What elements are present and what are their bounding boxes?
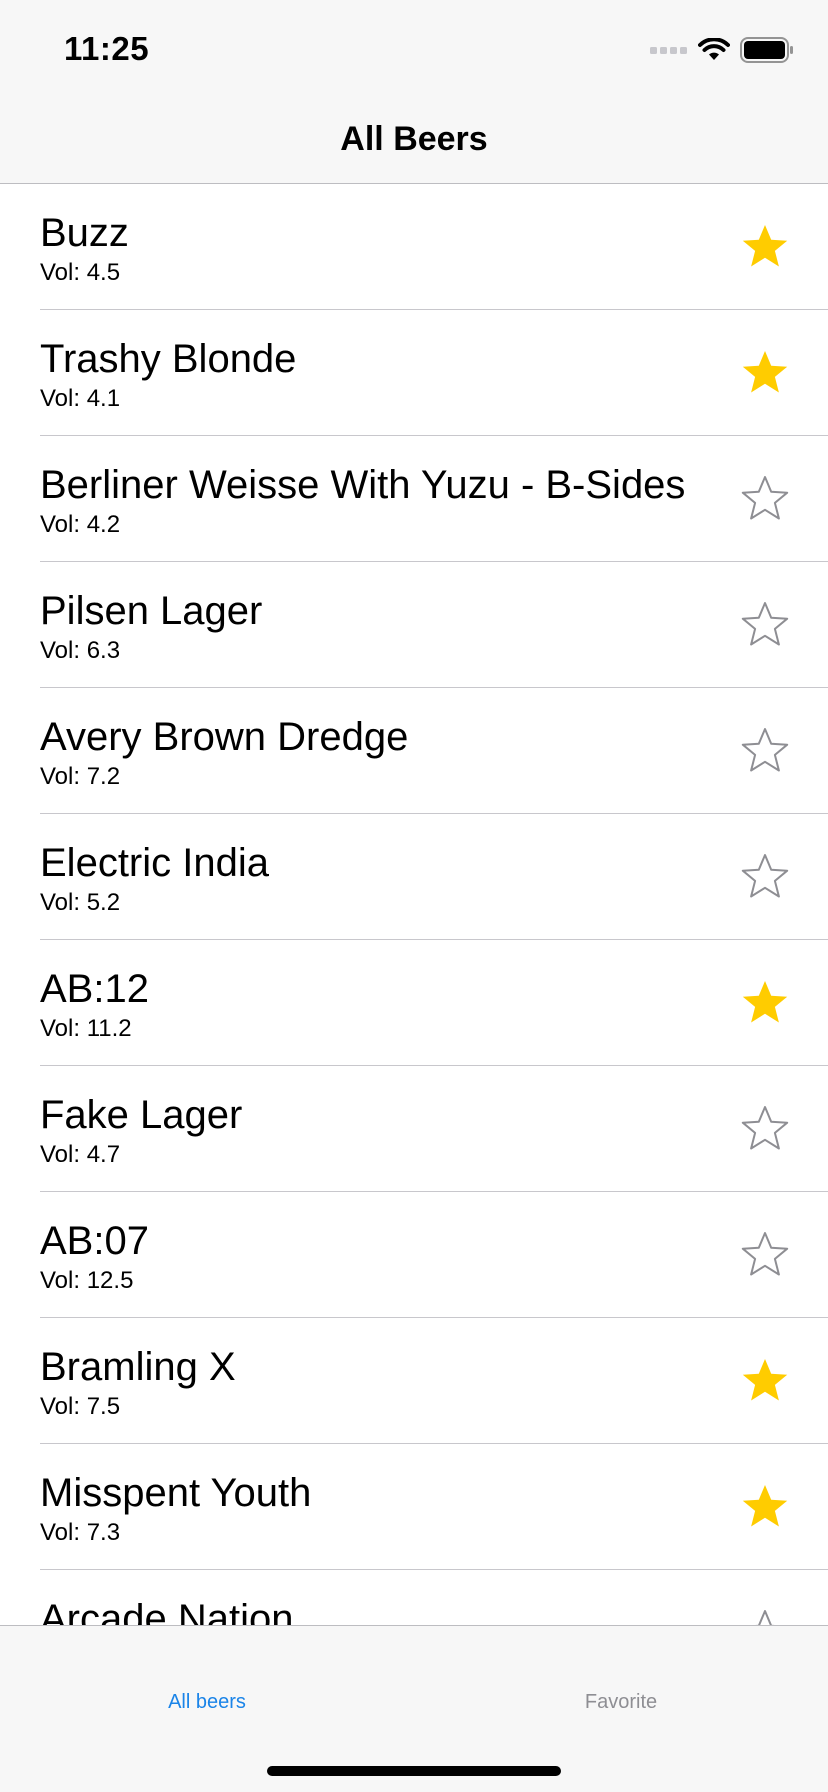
beer-vol: Vol: 4.1 [40, 385, 121, 412]
beer-name: Berliner Weisse With Yuzu - B-Sides [40, 463, 686, 507]
star-outline-icon[interactable] [740, 1230, 790, 1280]
beer-row[interactable]: AB:12 Vol: 11.2 [0, 940, 828, 1066]
cellular-signal-icon [650, 47, 687, 54]
beer-row[interactable]: AB:07 Vol: 12.5 [0, 1192, 828, 1318]
star-outline-icon[interactable] [740, 852, 790, 902]
star-outline-icon[interactable] [740, 1608, 790, 1625]
beer-vol: Vol: 12.5 [40, 1267, 134, 1294]
beer-vol: Vol: 4.5 [40, 259, 121, 286]
star-filled-icon[interactable] [740, 222, 790, 272]
star-filled-icon[interactable] [740, 348, 790, 398]
beer-vol: Vol: 6.3 [40, 637, 121, 664]
beer-name: Buzz [40, 211, 129, 255]
battery-icon [740, 37, 793, 63]
beer-vol: Vol: 4.2 [40, 511, 121, 538]
wifi-icon [698, 38, 730, 60]
beer-row[interactable]: Berliner Weisse With Yuzu - B-Sides Vol: … [0, 436, 828, 562]
beer-vol: Vol: 7.5 [40, 1393, 121, 1420]
beer-row[interactable]: Electric India Vol: 5.2 [0, 814, 828, 940]
beer-name: Fake Lager [40, 1093, 243, 1137]
beer-name: Trashy Blonde [40, 337, 297, 381]
beer-row[interactable]: Arcade Nation [0, 1570, 828, 1625]
beer-name: AB:12 [40, 967, 149, 1011]
status-time: 11:25 [64, 30, 150, 67]
page-title: All Beers [340, 120, 488, 158]
star-outline-icon[interactable] [740, 1104, 790, 1154]
beer-row[interactable]: Buzz Vol: 4.5 [0, 184, 828, 310]
beer-name: Pilsen Lager [40, 589, 263, 633]
star-filled-icon[interactable] [740, 978, 790, 1028]
home-indicator [267, 1766, 561, 1776]
status-icons [650, 36, 794, 64]
beer-vol: Vol: 7.2 [40, 763, 121, 790]
star-filled-icon[interactable] [740, 1356, 790, 1406]
star-outline-icon[interactable] [740, 726, 790, 776]
nav-bar: All Beers [0, 100, 828, 184]
beer-row[interactable]: Trashy Blonde Vol: 4.1 [0, 310, 828, 436]
star-outline-icon[interactable] [740, 600, 790, 650]
beer-name: AB:07 [40, 1219, 149, 1263]
beer-name: Electric India [40, 841, 269, 885]
beer-row[interactable]: Fake Lager Vol: 4.7 [0, 1066, 828, 1192]
star-filled-icon[interactable] [740, 1482, 790, 1532]
beer-row[interactable]: Avery Brown Dredge Vol: 7.2 [0, 688, 828, 814]
status-bar: 11:25 [0, 0, 828, 100]
beer-vol: Vol: 7.3 [40, 1519, 121, 1546]
beer-row[interactable]: Pilsen Lager Vol: 6.3 [0, 562, 828, 688]
beer-name: Misspent Youth [40, 1471, 312, 1515]
tab-favorite[interactable]: Favorite [414, 1691, 828, 1714]
star-outline-icon[interactable] [740, 474, 790, 524]
beer-vol: Vol: 5.2 [40, 889, 121, 916]
beer-vol: Vol: 11.2 [40, 1015, 132, 1042]
beer-vol: Vol: 4.7 [40, 1141, 121, 1168]
beer-row[interactable]: Misspent Youth Vol: 7.3 [0, 1444, 828, 1570]
tab-all-beers[interactable]: All beers [0, 1691, 414, 1714]
beer-name: Avery Brown Dredge [40, 715, 409, 759]
beer-name: Bramling X [40, 1345, 236, 1389]
beer-name: Arcade Nation [40, 1597, 294, 1625]
beer-row[interactable]: Bramling X Vol: 7.5 [0, 1318, 828, 1444]
beer-list[interactable]: Buzz Vol: 4.5 Trashy Blonde Vol: 4.1 Berline… [0, 184, 828, 1625]
